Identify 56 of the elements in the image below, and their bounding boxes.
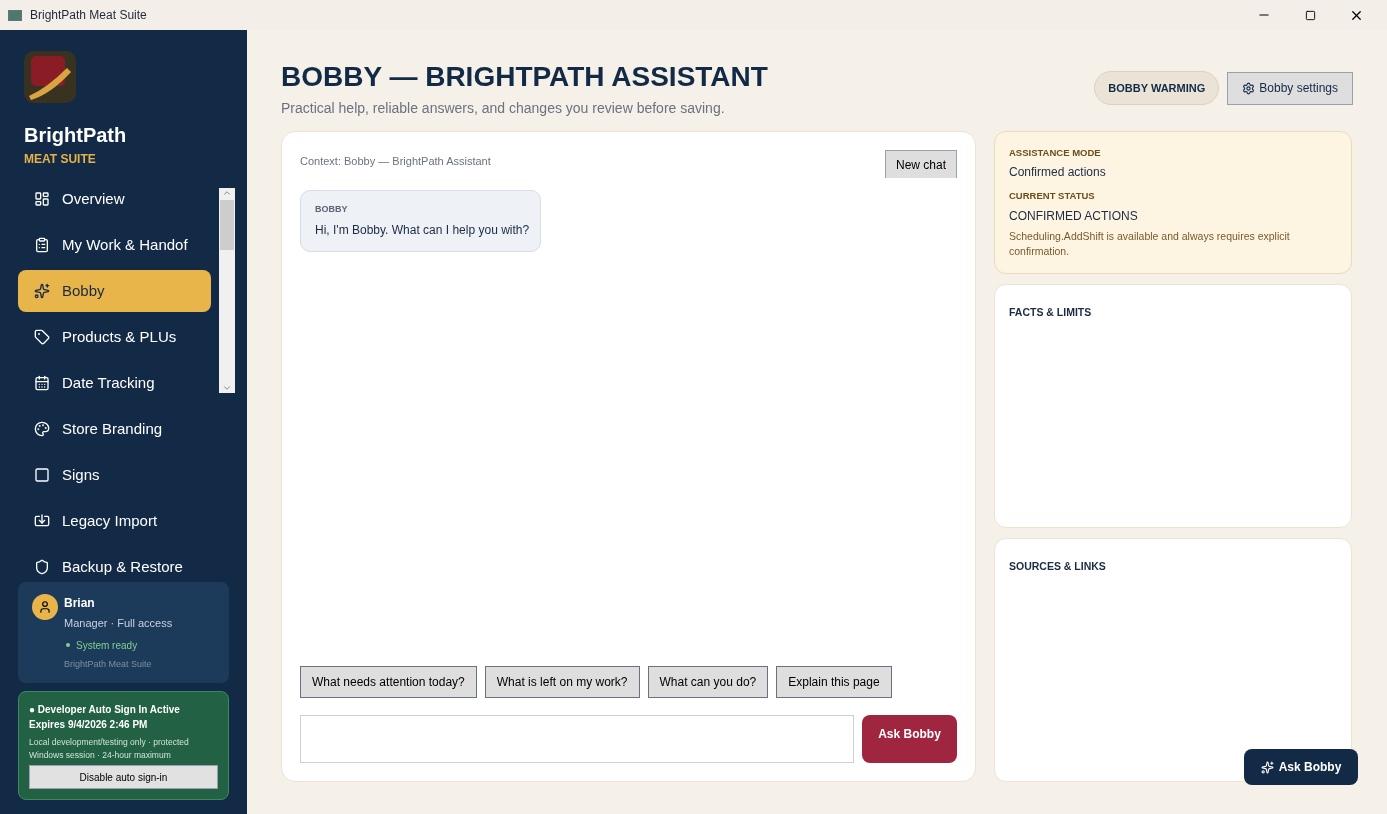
suggestion-button[interactable]: What needs attention today? [300, 666, 477, 698]
settings-button[interactable]: Bobby settings [1227, 71, 1353, 105]
nav-icon [34, 513, 50, 529]
sidebar-item[interactable]: Signs [18, 454, 211, 496]
sidebar-item[interactable]: Overview [18, 178, 211, 220]
settings-icon [1242, 81, 1256, 95]
notice-title: ● Developer Auto Sign In Active [29, 703, 181, 717]
floating-ask-button[interactable]: Ask Bobby [1244, 749, 1358, 785]
status-label: CURRENT STATUS [1009, 189, 1096, 204]
nav-icon [34, 283, 50, 299]
page-subtitle: Practical help, reliable answers, and changes you review before saving. [281, 99, 726, 118]
message-sender: BOBBY [315, 203, 349, 216]
nav-icon [34, 329, 50, 345]
user-role: Manager · Full access [64, 616, 173, 631]
nav-icon [34, 421, 50, 437]
notice-text: Local development/testing only · protected Windows session · 24-hour maximum [29, 736, 190, 762]
sources-title: SOURCES & LINKS [1009, 559, 1106, 572]
app-icon [8, 9, 22, 21]
logo-icon [23, 50, 77, 104]
sidebar-item[interactable]: Backup & Restore [18, 546, 211, 578]
mode-value: Confirmed actions [1009, 164, 1107, 182]
sidebar-item[interactable]: Legacy Import [18, 500, 211, 542]
suggestion-button[interactable]: What is left on my work? [484, 666, 640, 698]
window-title: BrightPath Meat Suite [30, 7, 147, 24]
page-title: BOBBY — BRIGHTPATH ASSISTANT [281, 60, 768, 94]
sidebar-item[interactable]: Products & PLUs [18, 316, 211, 358]
status-note: Scheduling.AddShift is available and always requires explicit confirmation. [1009, 228, 1291, 259]
mode-label: ASSISTANCE MODE [1009, 146, 1102, 160]
status-badge: BOBBY WARMING [1094, 71, 1220, 105]
nav-icon [34, 375, 50, 391]
message-input[interactable] [300, 715, 854, 763]
user-name: Brian [64, 595, 96, 612]
sparkle-icon [1260, 760, 1274, 774]
status-value: CONFIRMED ACTIONS [1009, 207, 1139, 225]
app-name: BrightPath Meat Suite [64, 657, 153, 671]
sidebar-item[interactable]: Bobby [18, 270, 211, 312]
facts-title: FACTS & LIMITS [1009, 305, 1092, 318]
suggestion-button[interactable]: What can you do? [647, 666, 769, 698]
nav-icon [34, 191, 50, 207]
brand-subtitle: MEAT SUITE [24, 151, 97, 168]
sidebar-item[interactable]: Store Branding [18, 408, 211, 450]
new-chat-button[interactable]: New chat [884, 150, 957, 178]
nav-icon [34, 467, 50, 483]
sidebar-item[interactable]: Date Tracking [18, 362, 211, 404]
disable-auto-sign-in-button[interactable]: Disable auto sign-in [29, 765, 218, 789]
avatar-icon [32, 594, 58, 620]
nav-icon [34, 237, 50, 253]
notice-expiry: Expires 9/4/2026 2:46 PM [29, 718, 149, 732]
chat-context: Context: Bobby — BrightPath Assistant [300, 154, 491, 169]
brand-name: BrightPath [24, 123, 128, 148]
sidebar-item[interactable]: My Work & Handof [18, 224, 211, 266]
ask-bobby-button[interactable]: Ask Bobby [862, 715, 957, 763]
system-status: System ready [76, 638, 138, 653]
scroll-bar[interactable] [219, 188, 235, 393]
nav-icon [34, 559, 50, 575]
suggestion-button[interactable]: Explain this page [776, 666, 892, 698]
